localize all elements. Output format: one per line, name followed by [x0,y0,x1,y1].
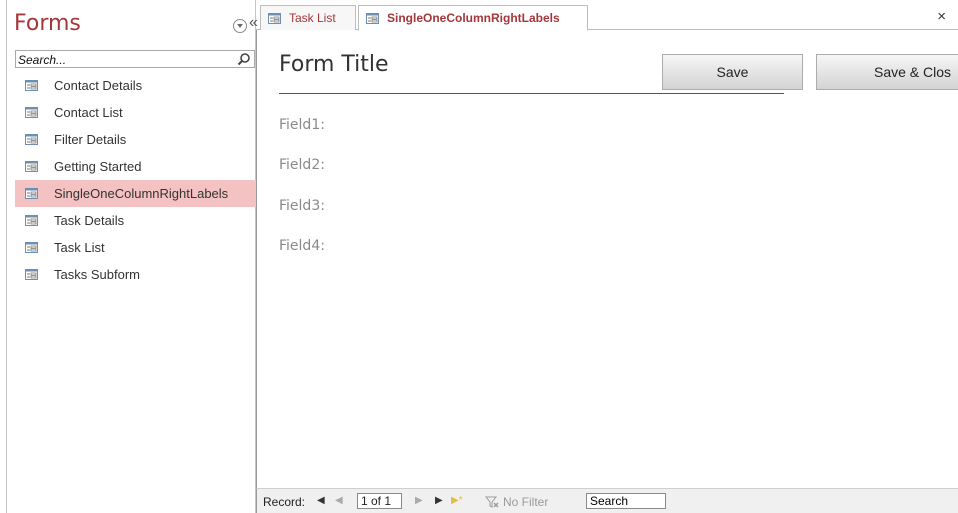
form-icon [25,134,38,145]
nav-item-label: Task Details [54,213,125,228]
nav-item-task-list[interactable]: Task List [15,234,256,261]
field3-label: Field3: [279,198,325,214]
form-icon [366,12,379,24]
form-icon [25,242,38,253]
form-icon [25,80,38,91]
nav-item-getting-started[interactable]: Getting Started [15,153,256,180]
document-tabs: Task List SingleOneColumnRightLabels × [256,0,958,31]
current-record-field[interactable]: 1 of 1 [357,493,402,509]
form-icon [268,12,281,24]
new-record-icon[interactable]: ▶* [451,495,463,506]
save-button[interactable]: Save [662,54,803,90]
nav-item-tasks-subform[interactable]: Tasks Subform [15,261,256,288]
nav-item-label: SingleOneColumnRightLabels [54,186,229,201]
tab-label: SingleOneColumnRightLabels [387,11,560,25]
filter-icon[interactable] [485,496,499,508]
nav-item-label: Filter Details [54,132,127,147]
nav-item-label: Task List [54,240,105,255]
nav-title[interactable]: Forms [14,11,81,36]
search-input[interactable] [16,52,225,68]
field2-label: Field2: [279,157,325,173]
title-divider [279,93,784,94]
nav-item-contact-list[interactable]: Contact List [15,99,256,126]
field1-label: Field1: [279,117,325,133]
form-title: Form Title [279,52,389,77]
form-icon [25,161,38,172]
tab-singleonecolumnrightlabels[interactable]: SingleOneColumnRightLabels [358,5,588,31]
close-icon[interactable]: × [937,8,946,25]
form-icon [25,215,38,226]
search-icon[interactable] [237,52,251,66]
next-record-icon[interactable]: ▶ [415,495,423,506]
nav-header: Forms « [13,8,258,42]
record-label: Record: [263,495,306,509]
nav-item-label: Getting Started [54,159,142,174]
no-filter-button[interactable]: No Filter [503,495,548,509]
field4-label: Field4: [279,238,325,254]
nav-item-task-details[interactable]: Task Details [15,207,256,234]
navigation-pane: Forms « Contact Details Contact List Fil… [6,0,258,513]
first-record-icon[interactable]: ◀ [317,495,325,506]
save-and-close-button[interactable]: Save & Clos [816,54,958,90]
nav-item-label: Tasks Subform [54,267,140,282]
previous-record-icon[interactable]: ◀ [335,495,343,506]
tab-task-list[interactable]: Task List [260,5,356,30]
record-navigation-bar: Record: ◀ ◀ 1 of 1 ▶ ▶ ▶* No Filter [256,488,958,513]
form-body: Form Title Save Save & Clos Field1: Fiel… [256,30,958,488]
form-icon [25,107,38,118]
nav-item-label: Contact Details [54,78,143,93]
chevron-down-icon[interactable] [233,19,247,33]
tab-label: Task List [289,11,336,25]
last-record-icon[interactable]: ▶ [435,495,443,506]
nav-item-contact-details[interactable]: Contact Details [15,72,256,99]
nav-list: Contact Details Contact List Filter Deta… [15,72,256,288]
nav-item-singleonecolumnrightlabels[interactable]: SingleOneColumnRightLabels [15,180,256,207]
record-search-input[interactable] [586,493,666,509]
form-icon [25,269,38,280]
form-icon [25,188,38,199]
nav-item-filter-details[interactable]: Filter Details [15,126,256,153]
nav-search [15,50,255,68]
nav-item-label: Contact List [54,105,123,120]
document-area: Task List SingleOneColumnRightLabels × F… [256,0,958,513]
